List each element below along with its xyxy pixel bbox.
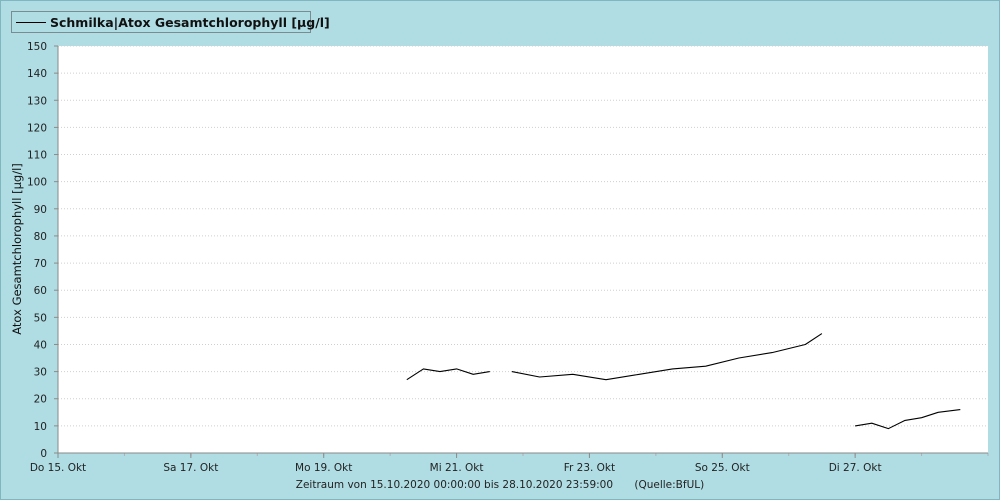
footer-source: (Quelle:BfUL) (634, 479, 705, 491)
x-tick-label: Di 27. Okt (829, 462, 882, 474)
y-tick-label: 20 (34, 394, 47, 406)
footer-range: Zeitraum von 15.10.2020 00:00:00 bis 28.… (295, 479, 614, 491)
footer: Zeitraum von 15.10.2020 00:00:00 bis 28.… (0, 479, 1000, 491)
plot-area (58, 46, 988, 453)
y-tick-label: 140 (27, 68, 47, 80)
x-tick-label: Mo 19. Okt (295, 462, 352, 474)
x-tick-label: Do 15. Okt (30, 462, 86, 474)
y-tick-label: 60 (34, 285, 47, 297)
y-tick-label: 10 (34, 421, 47, 433)
x-tick-label: So 25. Okt (695, 462, 750, 474)
y-axis: 0 10 20 30 40 50 60 70 80 90 100 110 120 130 140 150 (27, 41, 58, 460)
y-axis-title: Atox Gesamtchlorophyll [µg/l] (10, 163, 24, 335)
y-tick-label: 100 (27, 177, 47, 189)
legend-line-swatch (16, 22, 46, 23)
y-tick-label: 130 (27, 95, 47, 107)
y-tick-label: 110 (27, 150, 47, 162)
y-tick-label: 150 (27, 41, 47, 53)
y-tick-label: 50 (34, 312, 47, 324)
x-axis: Do 15. Okt Sa 17. Okt Mo 19. Okt Mi 21. Okt… (30, 453, 989, 474)
legend-label: Schmilka|Atox Gesamtchlorophyll [µg/l] (50, 15, 330, 30)
x-tick-label: Fr 23. Okt (564, 462, 615, 474)
y-tick-label: 80 (34, 231, 47, 243)
y-tick-label: 40 (34, 339, 47, 351)
y-tick-label: 70 (34, 258, 47, 270)
y-tick-label: 90 (34, 204, 47, 216)
chart-svg: 0 10 20 30 40 50 60 70 80 90 100 110 120 130 140 150 Do… (10, 41, 989, 474)
y-tick-label: 0 (40, 448, 47, 460)
x-tick-label: Mi 21. Okt (430, 462, 484, 474)
y-tick-label: 120 (27, 122, 47, 134)
y-tick-label: 30 (34, 367, 47, 379)
x-tick-label: Sa 17. Okt (163, 462, 218, 474)
legend[interactable]: Schmilka|Atox Gesamtchlorophyll [µg/l] (11, 11, 330, 33)
